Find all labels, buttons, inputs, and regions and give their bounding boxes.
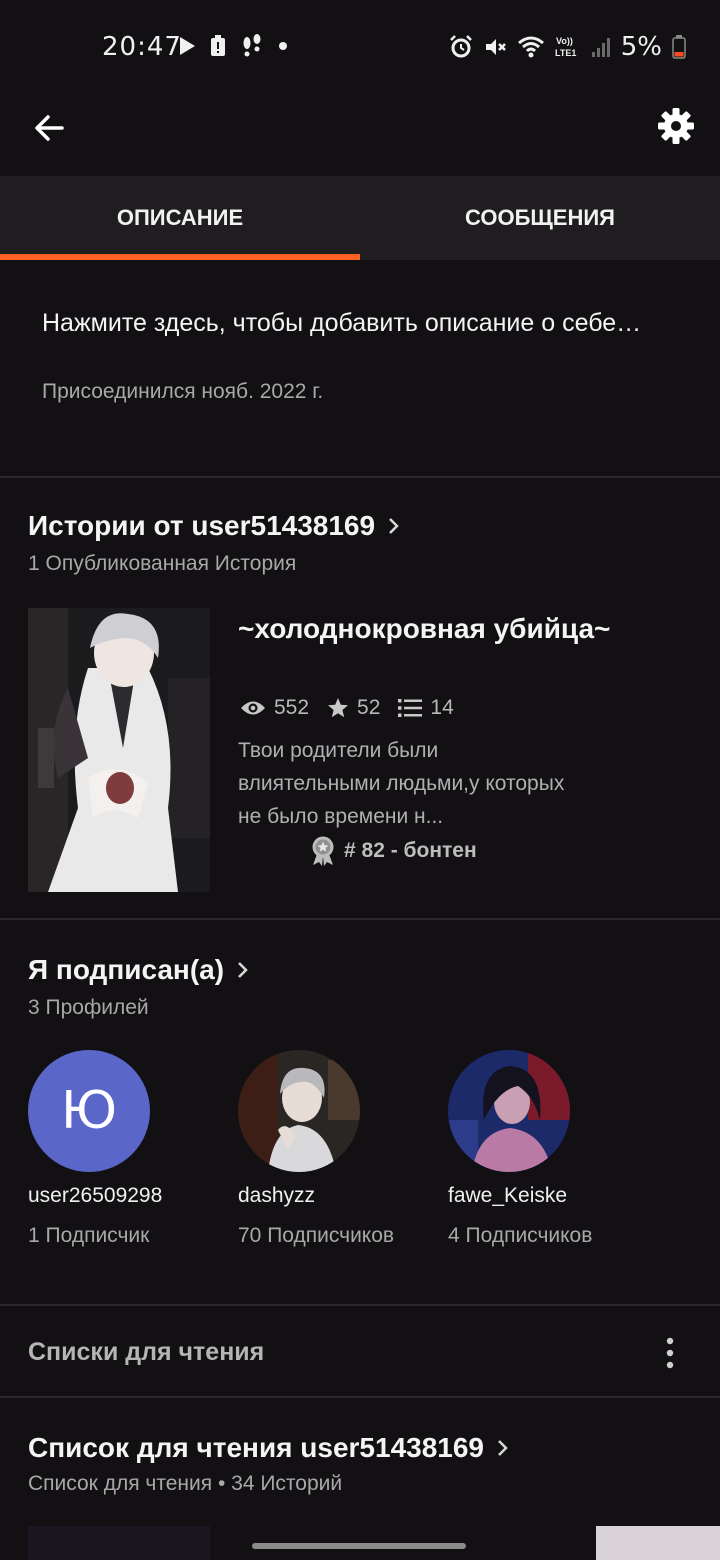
gear-icon [658, 108, 694, 144]
reading-list-title: Список для чтения user51438169 [28, 1432, 484, 1463]
svg-text:LTE1: LTE1 [555, 48, 576, 58]
back-button[interactable] [30, 108, 70, 148]
profile-followers: 70 Подписчиков [238, 1224, 395, 1247]
profile-followers: 4 Подписчиков [448, 1224, 593, 1247]
status-time: 20:47 [102, 32, 182, 62]
story-description: Твои родители были влиятельными людьми,у… [238, 739, 565, 828]
joined-date: Присоединился нояб. 2022 г. [42, 380, 324, 403]
about-section: Нажмите здесь, чтобы добавить описание о… [0, 260, 720, 478]
reads-count: 552 [274, 696, 310, 719]
reading-list-item: Список для чтения user51438169 Список дл… [0, 1398, 720, 1560]
add-description-prompt[interactable]: Нажмите здесь, чтобы добавить описание о… [42, 304, 662, 342]
story-stats: 552 52 14 [240, 696, 454, 720]
eye-icon [241, 701, 265, 715]
reading-list-cover[interactable] [596, 1526, 720, 1560]
dot-icon [279, 42, 287, 50]
followed-profile[interactable]: fawe_Keiske 4 Подписчиков [448, 1050, 628, 1250]
status-notification-icons [178, 34, 288, 58]
avatar [448, 1050, 570, 1172]
votes-count: 52 [357, 696, 381, 719]
star-icon [328, 698, 349, 718]
ribbon-badge-icon [312, 836, 334, 866]
app-bar [0, 92, 720, 176]
avatar-letter: Ю [60, 1081, 118, 1141]
tab-messages-label: СООБЩЕНИЯ [465, 205, 615, 230]
volte-icon: Vo)) LTE1 [555, 36, 576, 58]
story-cover-art [28, 608, 210, 892]
wifi-icon [517, 36, 544, 58]
reading-list-header[interactable]: Список для чтения user51438169 [28, 1432, 512, 1464]
story-cover[interactable] [28, 608, 210, 892]
parts-stat: 14 [398, 696, 454, 720]
signal-icon [591, 38, 610, 57]
votes-stat: 52 [327, 696, 380, 720]
more-vertical-icon [666, 1337, 674, 1369]
story-rank-text: # 82 - бонтен [344, 839, 477, 862]
footsteps-icon [243, 34, 261, 57]
profile-tabs: ОПИСАНИЕ СООБЩЕНИЯ [0, 176, 720, 260]
profile-username: dashyzz [238, 1184, 316, 1207]
home-indicator[interactable] [252, 1543, 466, 1549]
avatar-image [238, 1050, 360, 1172]
following-title: Я подписан(а) [28, 954, 225, 985]
tab-about-label: ОПИСАНИЕ [116, 205, 244, 230]
chevron-right-icon [389, 518, 399, 534]
alert-icon [211, 35, 225, 56]
play-icon [180, 37, 195, 55]
stories-section: Истории от user51438169 1 Опубликованная… [0, 478, 720, 920]
parts-count: 14 [430, 696, 454, 719]
avatar [238, 1050, 360, 1172]
reading-lists-title: Списки для чтения [28, 1338, 265, 1366]
status-system-icons: Vo)) LTE1 5% [449, 32, 686, 62]
chevron-right-icon [238, 962, 248, 978]
followed-profile[interactable]: Ю user26509298 1 Подписчик [28, 1050, 208, 1250]
story-title[interactable]: ~холоднокровная убийца~ [238, 610, 678, 648]
back-arrow-icon [35, 115, 64, 141]
reading-lists-header: Списки для чтения [0, 1306, 720, 1398]
avatar-image [448, 1050, 570, 1172]
stories-title: Истории от user51438169 [28, 510, 376, 541]
reading-list-cover[interactable] [28, 1526, 210, 1560]
stories-header[interactable]: Истории от user51438169 [28, 510, 403, 542]
stories-count: 1 Опубликованная История [28, 552, 297, 575]
status-bar: 20:47 Vo)) LTE1 5% [0, 0, 720, 92]
battery-icon [672, 35, 686, 59]
reading-list-subtitle: Список для чтения • 34 Историй [28, 1472, 343, 1495]
followed-profile[interactable]: dashyzz 70 Подписчиков [238, 1050, 418, 1250]
tab-messages[interactable]: СООБЩЕНИЯ [360, 176, 720, 260]
tab-about[interactable]: ОПИСАНИЕ [0, 176, 360, 260]
chevron-right-icon [498, 1440, 508, 1456]
profile-followers: 1 Подписчик [28, 1224, 150, 1247]
svg-text:Vo)): Vo)) [556, 36, 573, 46]
avatar: Ю [28, 1050, 150, 1172]
reading-lists-more-button[interactable] [660, 1336, 680, 1370]
story-rank-badge[interactable]: # 82 - бонтен [310, 836, 477, 866]
profile-username: fawe_Keiske [448, 1184, 568, 1207]
list-icon [398, 699, 423, 717]
settings-button[interactable] [656, 106, 696, 146]
profile-username: user26509298 [28, 1184, 163, 1207]
reads-stat: 552 [240, 696, 309, 720]
following-section: Я подписан(а) 3 Профилей Ю user26509298 … [0, 920, 720, 1306]
following-header[interactable]: Я подписан(а) [28, 954, 252, 986]
following-count: 3 Профилей [28, 996, 149, 1019]
mute-icon [485, 39, 506, 55]
battery-percent: 5% [620, 32, 662, 62]
alarm-icon [449, 35, 472, 58]
